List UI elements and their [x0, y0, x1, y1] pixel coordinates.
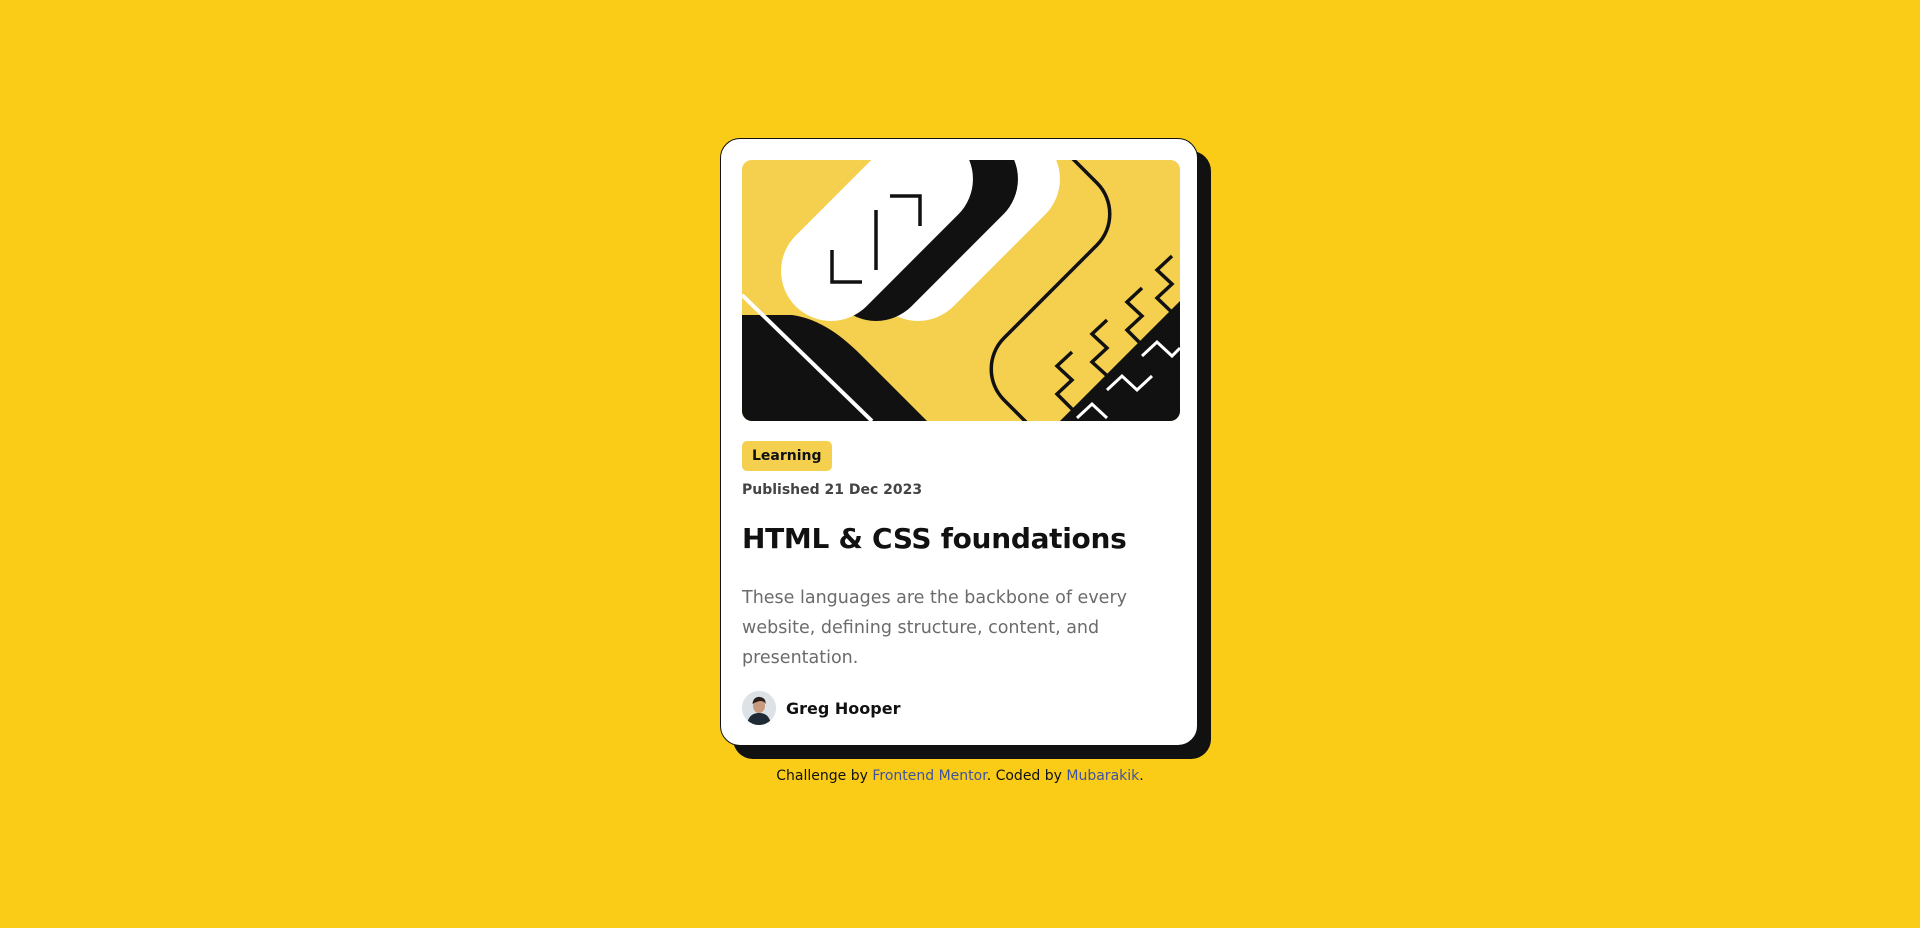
- category-tag: Learning: [742, 441, 832, 471]
- attribution-suffix: .: [1139, 768, 1144, 784]
- page: Learning Published 21 Dec 2023 HTML & CS…: [0, 0, 1920, 928]
- hero-illustration: [742, 160, 1180, 421]
- avatar-photo-icon: [742, 691, 776, 725]
- frontend-mentor-link[interactable]: Frontend Mentor: [872, 768, 986, 784]
- attribution-middle: . Coded by: [986, 768, 1067, 784]
- card-title[interactable]: HTML & CSS foundations: [742, 522, 1127, 555]
- author-info: Greg Hooper: [742, 690, 900, 726]
- blog-preview-card: Learning Published 21 Dec 2023 HTML & CS…: [720, 138, 1198, 746]
- hero-illustration-icon: [742, 160, 1180, 421]
- card-description: These languages are the backbone of ever…: [742, 588, 1127, 668]
- attribution: Challenge by Frontend Mentor. Coded by M…: [0, 768, 1920, 784]
- attribution-prefix: Challenge by: [776, 768, 873, 784]
- publish-date: Published 21 Dec 2023: [742, 482, 923, 498]
- avatar: [742, 691, 776, 725]
- author-name: Greg Hooper: [786, 698, 901, 718]
- author-profile-link[interactable]: Mubarakik: [1066, 768, 1139, 784]
